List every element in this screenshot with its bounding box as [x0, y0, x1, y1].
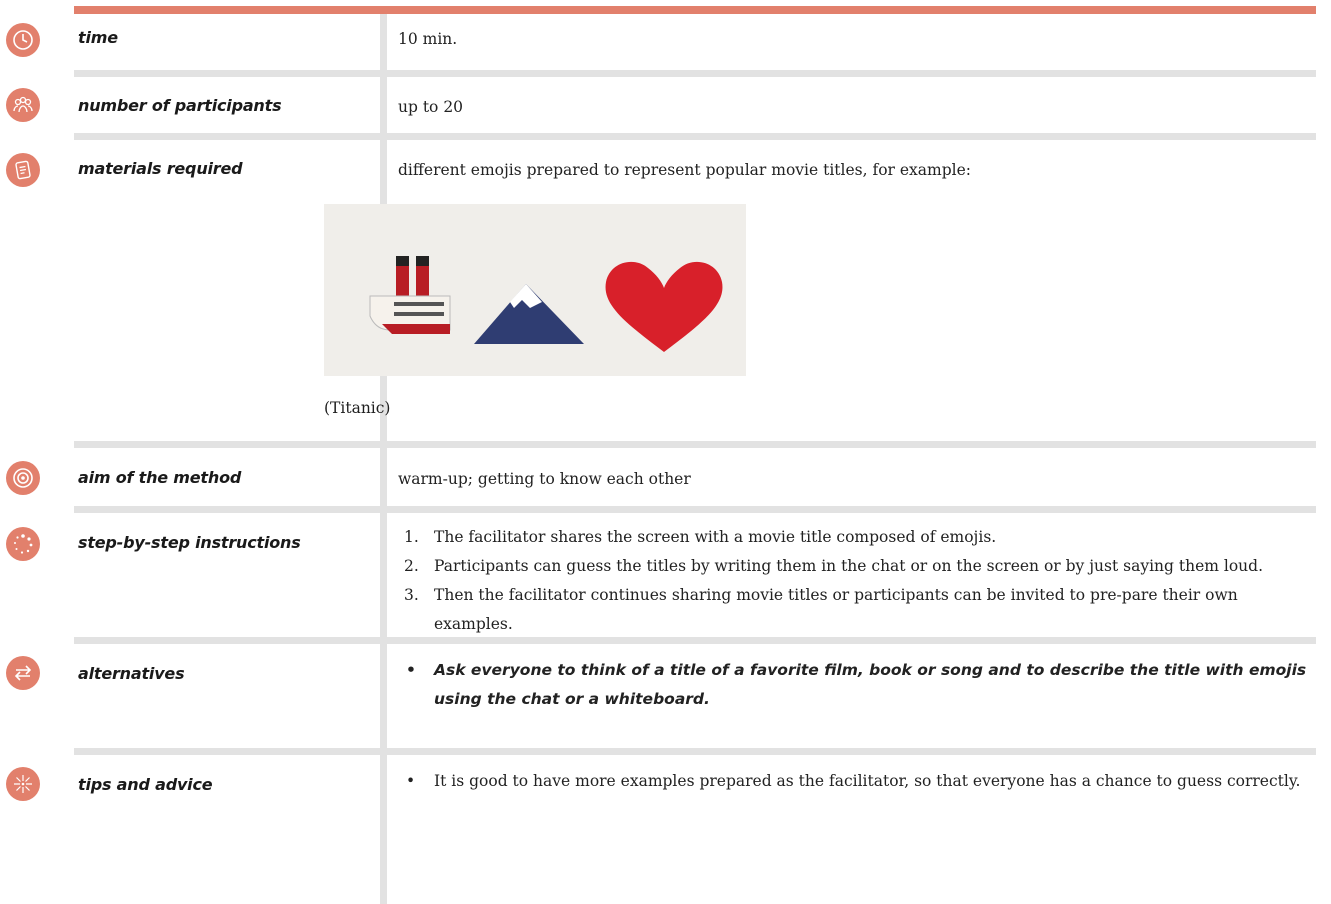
list-item: 1. The facilitator shares the screen with… — [398, 523, 1313, 552]
mountain-emoji — [474, 284, 584, 344]
value-materials: different emojis prepared to represent p… — [398, 161, 971, 179]
step-number: 1. — [404, 528, 419, 546]
list-item: • Ask everyone to think of a title of a f… — [398, 656, 1313, 714]
bullet: • — [406, 661, 416, 679]
target-icon — [6, 461, 40, 495]
value-participants: up to 20 — [398, 98, 464, 116]
arrows-icon — [6, 656, 40, 690]
label-alternatives: alternatives — [78, 664, 185, 683]
row-separator — [74, 637, 1316, 644]
label-participants: number of participants — [78, 96, 282, 115]
alternative-text: Ask everyone to think of a title of a fa… — [434, 661, 1307, 708]
step-number: 3. — [404, 586, 419, 604]
emoji-caption: (Titanic) — [324, 399, 391, 417]
row-participants: number of participants up to 20 — [6, 77, 1316, 133]
steps-list: 1. The facilitator shares the screen with… — [398, 523, 1313, 639]
list-item: 2. Participants can guess the titles by w… — [398, 552, 1313, 581]
label-aim: aim of the method — [78, 468, 242, 487]
row-aim: aim of the method warm-up; getting to kn… — [6, 448, 1316, 506]
ship-emoji — [369, 256, 451, 334]
people-icon — [6, 88, 40, 122]
value-aim: warm-up; getting to know each other — [398, 470, 691, 488]
row-separator — [74, 748, 1316, 755]
row-steps: step-by-step instructions 1. The facilita… — [6, 513, 1316, 639]
clock-icon — [6, 23, 40, 57]
dots-circle-icon — [6, 527, 40, 561]
row-time: time 10 min. — [6, 8, 1316, 72]
notes-icon — [6, 153, 40, 187]
row-separator — [74, 441, 1316, 448]
step-text: The facilitator shares the screen with a… — [434, 528, 997, 546]
bullet: • — [406, 772, 416, 790]
row-separator — [74, 506, 1316, 513]
row-tips: tips and advice • It is good to have more… — [6, 755, 1316, 904]
heart-emoji — [605, 261, 723, 352]
row-separator — [74, 133, 1316, 140]
list-item: • It is good to have more examples prepar… — [398, 767, 1313, 796]
step-text: Participants can guess the titles by wri… — [434, 557, 1264, 575]
list-item: 3. Then the facilitator continues sharing… — [398, 581, 1313, 639]
label-time: time — [78, 28, 118, 47]
alternatives-list: • Ask everyone to think of a title of a f… — [398, 656, 1313, 714]
tip-text: It is good to have more examples prepare… — [434, 772, 1301, 790]
step-text: Then the facilitator continues sharing m… — [434, 586, 1238, 633]
value-time: 10 min. — [398, 30, 458, 48]
spark-icon — [6, 767, 40, 801]
step-number: 2. — [404, 557, 419, 575]
label-tips: tips and advice — [78, 775, 213, 794]
row-separator — [74, 70, 1316, 77]
tips-list: • It is good to have more examples prepar… — [398, 767, 1313, 796]
emoji-image — [324, 204, 746, 376]
label-materials: materials required — [78, 159, 243, 178]
row-alternatives: alternatives • Ask everyone to think of a… — [6, 644, 1316, 744]
label-steps: step-by-step instructions — [78, 533, 301, 552]
